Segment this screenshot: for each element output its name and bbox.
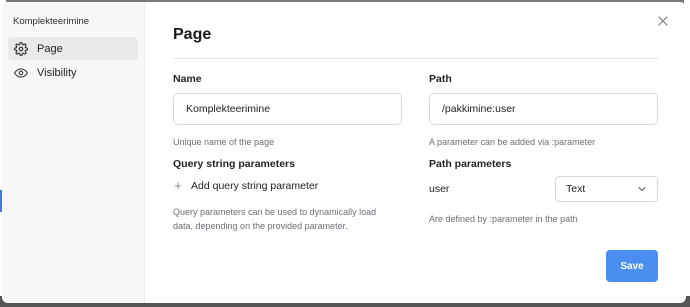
path-params-label: Path parameters bbox=[429, 158, 512, 170]
eye-icon bbox=[14, 66, 28, 80]
query-params-help-text: Query parameters can be used to dynamica… bbox=[173, 207, 377, 231]
modal-content: Page Name Komplekteerimine Unique name o… bbox=[145, 2, 686, 303]
param-type-value: Text bbox=[566, 183, 586, 195]
save-button[interactable]: Save bbox=[606, 250, 658, 282]
right-column: Path /pakkimine:user A parameter can be … bbox=[429, 73, 658, 233]
name-field-value: Komplekteerimine bbox=[186, 103, 271, 115]
query-params-label: Query string parameters bbox=[173, 158, 295, 170]
add-query-param-label: Add query string parameter bbox=[191, 179, 319, 192]
sidebar-item-visibility[interactable]: Visibility bbox=[8, 61, 138, 84]
title-divider bbox=[173, 58, 658, 59]
sidebar-title: Komplekteerimine bbox=[13, 16, 90, 27]
sidebar-item-label: Visibility bbox=[37, 66, 77, 79]
add-query-param-button[interactable]: + Add query string parameter bbox=[173, 178, 402, 193]
gear-icon bbox=[14, 41, 28, 56]
chevron-down-icon bbox=[638, 186, 646, 192]
path-param-row: user Text bbox=[429, 176, 658, 202]
name-help-text: Unique name of the page bbox=[173, 137, 275, 147]
modal-sidebar: Komplekteerimine Page Visibility bbox=[2, 2, 145, 303]
path-param-name: user bbox=[429, 183, 450, 195]
sidebar-item-page[interactable]: Page bbox=[8, 37, 138, 60]
close-icon bbox=[658, 16, 668, 26]
name-field[interactable]: Komplekteerimine bbox=[173, 93, 402, 125]
settings-grid: Name Komplekteerimine Unique name of the… bbox=[173, 73, 658, 233]
sidebar-item-label: Page bbox=[37, 42, 63, 55]
page-settings-modal: Komplekteerimine Page Visibility Page Na… bbox=[2, 2, 686, 303]
param-type-select[interactable]: Text bbox=[555, 176, 658, 202]
path-label: Path bbox=[429, 73, 452, 85]
close-button[interactable] bbox=[656, 14, 670, 28]
name-label: Name bbox=[173, 73, 202, 85]
path-params-help-text: Are defined by :parameter in the path bbox=[429, 214, 578, 224]
page-title: Page bbox=[173, 26, 212, 43]
left-column: Name Komplekteerimine Unique name of the… bbox=[173, 73, 402, 233]
path-field[interactable]: /pakkimine:user bbox=[429, 93, 658, 125]
path-field-value: /pakkimine:user bbox=[442, 103, 516, 115]
plus-icon: + bbox=[174, 178, 182, 193]
path-help-text: A parameter can be added via :parameter bbox=[429, 137, 596, 147]
